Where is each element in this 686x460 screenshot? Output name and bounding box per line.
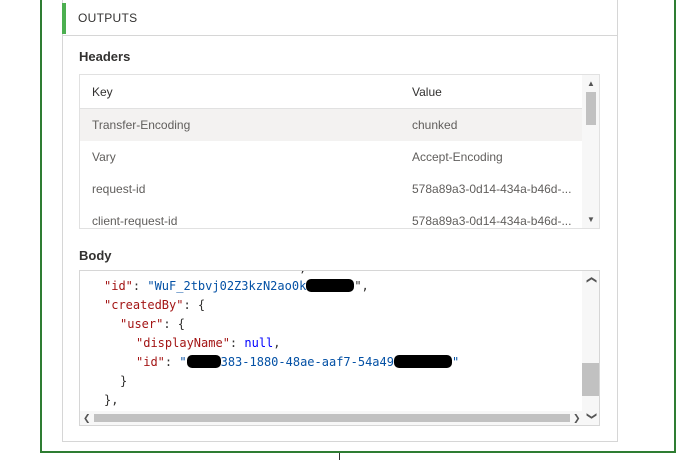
headers-table-header: Key Value: [80, 75, 582, 109]
redaction-mark: [186, 355, 221, 368]
code-line: "id": "WuF_2tbvj02Z3kzN2ao0k ",: [104, 279, 369, 293]
table-row[interactable]: request-id 578a89a3-0d14-434a-b46d-...: [80, 173, 582, 205]
headers-table: Key Value Transfer-Encoding chunked Vary…: [79, 74, 600, 229]
body-scroll-thumb[interactable]: [582, 363, 599, 396]
json-string: "WuF_2tbvj02Z3kzN2ao0k: [147, 279, 307, 293]
table-row[interactable]: Transfer-Encoding chunked: [80, 109, 582, 141]
json-punctuation: :: [164, 355, 180, 369]
headers-vertical-scrollbar[interactable]: ▲ ▼: [582, 75, 599, 228]
value-column-header: Value: [412, 85, 442, 99]
code-line: }: [120, 372, 127, 391]
outputs-header[interactable]: OUTPUTS: [62, 0, 618, 36]
chevron-up-icon[interactable]: ❮: [586, 275, 597, 285]
redaction-mark: [393, 355, 452, 368]
outputs-title: OUTPUTS: [78, 11, 138, 25]
body-code-viewer[interactable]: , "id": "WuF_2tbvj02Z3kzN2ao0k ", "create…: [79, 270, 600, 426]
code-line: "id": " 383-1880-48ae-aaf7-54a49 ": [136, 353, 459, 372]
header-value: chunked: [412, 118, 458, 132]
json-punctuation: ,: [273, 336, 281, 350]
json-punctuation: },: [104, 393, 119, 407]
code-line: "displayName": null,: [136, 334, 281, 353]
scroll-right-icon[interactable]: ❯: [573, 413, 581, 424]
outputs-accent-bar: [62, 3, 66, 34]
headers-scroll-thumb[interactable]: [586, 92, 596, 125]
key-column-header: Key: [92, 85, 113, 99]
body-code: , "id": "WuF_2tbvj02Z3kzN2ao0k ", "create…: [80, 271, 582, 411]
json-punctuation: : {: [183, 298, 206, 312]
body-label: Body: [79, 248, 112, 263]
body-hscroll-thumb[interactable]: [94, 414, 570, 422]
scroll-down-icon[interactable]: ▼: [586, 215, 596, 225]
json-punctuation: }: [120, 374, 128, 388]
header-value: 578a89a3-0d14-434a-b46d-...: [412, 182, 572, 196]
json-null: null: [244, 336, 274, 350]
header-key: Transfer-Encoding: [92, 118, 191, 132]
redaction-mark: [306, 279, 355, 292]
table-row[interactable]: Vary Accept-Encoding: [80, 141, 582, 173]
json-punctuation: :: [229, 336, 245, 350]
chevron-down-icon[interactable]: ❯: [586, 411, 597, 421]
json-key: "createdBy": [104, 298, 184, 312]
body-horizontal-scrollbar[interactable]: ❮ ❯: [80, 411, 584, 425]
json-string: 383-1880-48ae-aaf7-54a49: [220, 355, 394, 369]
header-key: Vary: [92, 150, 116, 164]
header-key: request-id: [92, 182, 146, 196]
body-vertical-scrollbar[interactable]: ❮ ❯: [582, 271, 599, 425]
code-line: "createdBy": {: [104, 296, 205, 315]
json-key: "displayName": [136, 336, 230, 350]
json-string: ": [451, 355, 460, 369]
header-key: client-request-id: [92, 214, 178, 228]
table-row[interactable]: client-request-id 578a89a3-0d14-434a-b46…: [80, 205, 582, 228]
code-line: },: [104, 391, 118, 410]
headers-label: Headers: [79, 49, 131, 64]
json-punctuation: : {: [163, 317, 186, 331]
header-value: 578a89a3-0d14-434a-b46d-...: [412, 214, 572, 228]
json-key: "id": [136, 355, 165, 369]
scroll-left-icon[interactable]: ❮: [83, 413, 91, 424]
code-line: "user": {: [120, 315, 185, 334]
scroll-up-icon[interactable]: ▲: [586, 79, 596, 89]
json-string: ": [179, 355, 187, 369]
json-key: "id": [104, 279, 133, 293]
flow-connector: [339, 453, 340, 460]
json-punctuation: ",: [354, 279, 369, 293]
json-key: "user": [120, 317, 164, 331]
header-value: Accept-Encoding: [412, 150, 503, 164]
